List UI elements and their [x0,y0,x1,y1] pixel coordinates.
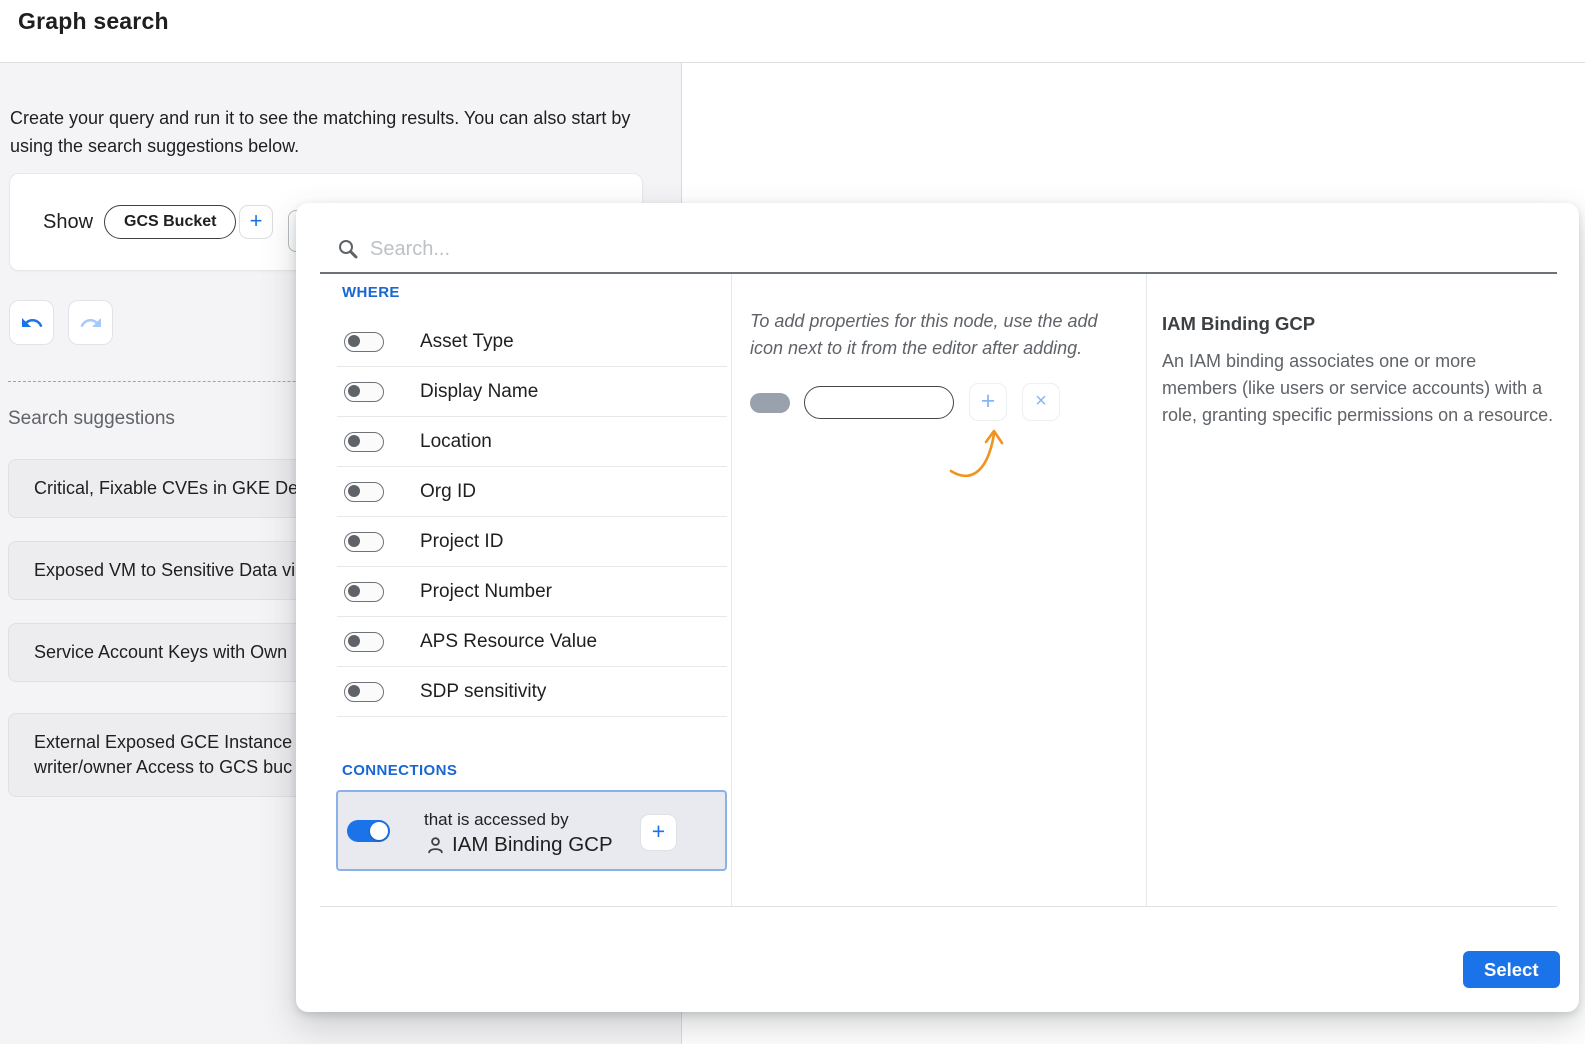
property-row: Display Name [337,367,727,417]
property-label: Location [420,431,492,453]
search-input[interactable] [370,233,890,265]
property-toggle[interactable] [344,382,384,402]
undo-button[interactable] [9,300,54,345]
property-label: Project ID [420,531,503,553]
connections-section-title: CONNECTIONS [342,762,457,779]
toggle-knob [370,822,388,840]
footer-divider [320,906,1557,907]
column-divider [731,274,732,906]
property-label: Org ID [420,481,476,503]
property-label: Asset Type [420,331,514,353]
connection-relation-label: that is accessed by [424,810,569,830]
page-title: Graph search [18,8,169,35]
property-row: APS Resource Value [337,617,727,667]
entity-details-description: An IAM binding associates one or more me… [1162,348,1556,429]
node-picker-dialog: WHERE Asset Type Display Name Location O… [296,203,1579,1012]
toggle-knob [348,635,360,647]
node-placeholder-pill [750,393,790,413]
property-row: Org ID [337,467,727,517]
undo-icon [20,311,44,335]
toggle-knob [348,685,360,697]
property-label: APS Resource Value [420,631,597,653]
toggle-knob [348,335,360,347]
toggle-knob [348,435,360,447]
arrow-curved-icon [934,421,1012,485]
property-row: Asset Type [337,317,727,367]
search-suggestions-title: Search suggestions [8,408,175,430]
node-name-input[interactable] [804,386,954,419]
connection-row-iam-binding[interactable]: that is accessed by IAM Binding GCP + [336,790,727,871]
property-toggle[interactable] [344,532,384,552]
search-icon [337,238,359,260]
property-row: SDP sensitivity [337,667,727,717]
redo-icon [79,311,103,335]
toggle-knob [348,585,360,597]
connection-entity-label: IAM Binding GCP [452,833,613,857]
column-divider [1146,274,1147,906]
where-section-title: WHERE [342,284,400,301]
entity-details-title: IAM Binding GCP [1162,313,1315,335]
property-toggle[interactable] [344,482,384,502]
person-icon [426,836,445,855]
connection-toggle[interactable] [347,820,390,842]
intro-text: Create your query and run it to see the … [10,104,670,160]
remove-node-button[interactable]: × [1022,383,1060,421]
connection-entity-row: IAM Binding GCP [426,833,613,857]
property-toggle[interactable] [344,582,384,602]
show-label: Show [43,211,93,234]
property-toggle[interactable] [344,332,384,352]
property-toggle[interactable] [344,682,384,702]
toggle-knob [348,535,360,547]
editor-hint-text: To add properties for this node, use the… [750,308,1132,362]
property-label: Display Name [420,381,538,403]
property-row: Location [337,417,727,467]
property-row: Project ID [337,517,727,567]
add-connection-button[interactable]: + [640,814,677,851]
add-node-button[interactable]: + [239,205,273,239]
property-label: SDP sensitivity [420,681,546,703]
add-property-button[interactable]: + [969,383,1007,421]
property-toggle[interactable] [344,632,384,652]
property-toggle[interactable] [344,432,384,452]
toggle-knob [348,385,360,397]
property-label: Project Number [420,581,552,603]
property-row: Project Number [337,567,727,617]
node-chip-gcs-bucket[interactable]: GCS Bucket [104,205,236,239]
redo-button[interactable] [68,300,113,345]
toggle-knob [348,485,360,497]
search-divider [320,272,1557,274]
property-list: Asset Type Display Name Location Org ID … [337,317,727,717]
select-button[interactable]: Select [1463,951,1560,988]
